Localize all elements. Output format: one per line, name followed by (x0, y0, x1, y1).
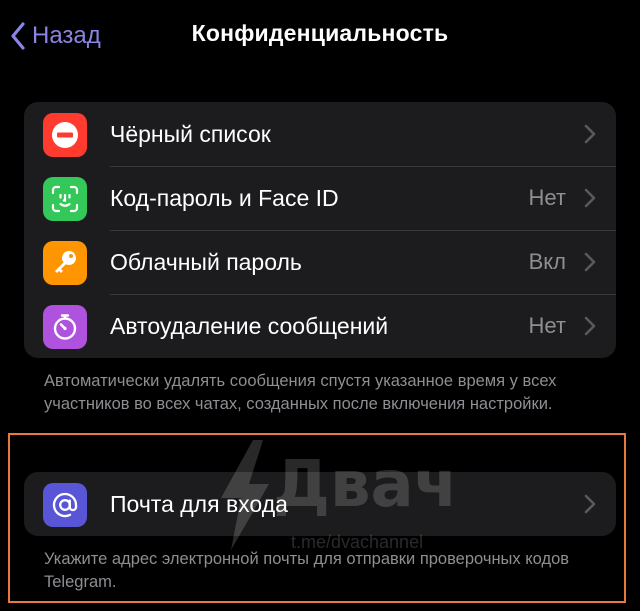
row-blocked-users[interactable]: Чёрный список (24, 102, 616, 166)
at-sign-icon (43, 483, 87, 527)
row-label: Чёрный список (110, 121, 271, 147)
row-label: Автоудаление сообщений (110, 313, 389, 339)
chevron-right-icon (584, 188, 596, 208)
chevron-right-icon (584, 316, 596, 336)
row-passcode-face-id[interactable]: Код-пароль и Face ID Нет (24, 166, 616, 230)
chevron-right-icon (584, 494, 596, 514)
chevron-right-icon (584, 252, 596, 272)
row-label: Облачный пароль (110, 249, 302, 275)
row-value: Нет (528, 185, 566, 210)
auto-delete-description: Автоматически удалять сообщения спустя у… (44, 372, 557, 413)
row-label: Почта для входа (110, 491, 288, 517)
timer-icon (43, 305, 87, 349)
row-value: Нет (528, 313, 566, 338)
page-title: Конфиденциальность (191, 20, 449, 46)
navigation-bar: Назад Конфиденциальность (0, 0, 640, 72)
row-auto-delete-messages[interactable]: Автоудаление сообщений Нет (24, 294, 616, 358)
login-email-group: Почта для входа (24, 472, 616, 536)
privacy-settings-group: Чёрный список Код-пароль и Face ID Нет О… (24, 102, 616, 358)
key-icon (43, 241, 87, 285)
row-login-email[interactable]: Почта для входа (24, 472, 616, 536)
row-cloud-password[interactable]: Облачный пароль Вкл (24, 230, 616, 294)
chevron-right-icon (584, 124, 596, 144)
face-id-icon (43, 177, 87, 221)
row-label: Код-пароль и Face ID (110, 185, 339, 211)
blocked-icon (43, 113, 87, 157)
login-email-description: Укажите адрес электронной почты для отпр… (44, 550, 570, 591)
row-value: Вкл (528, 249, 566, 274)
